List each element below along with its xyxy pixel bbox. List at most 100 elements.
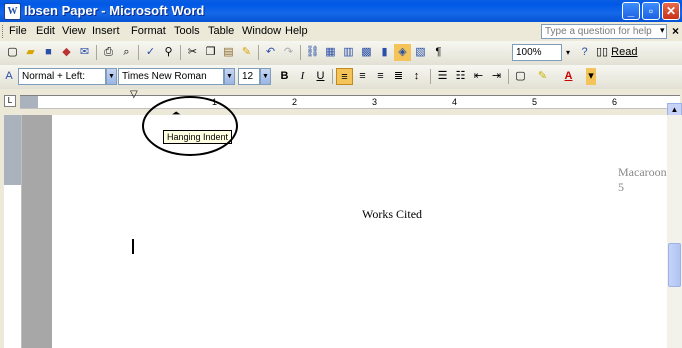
- window-title: Ibsen Paper - Microsoft Word: [24, 3, 205, 18]
- align-left-icon[interactable]: ≡: [336, 68, 353, 85]
- email-icon[interactable]: ✉: [76, 44, 93, 61]
- vertical-ruler-margin: [4, 115, 21, 185]
- help-search-box[interactable]: Type a question for help: [541, 24, 667, 39]
- title-bar[interactable]: W Ibsen Paper - Microsoft Word _ ▫ ✕: [0, 0, 682, 22]
- new-document-icon[interactable]: ▢: [4, 44, 21, 61]
- style-field[interactable]: Normal + Left:: [18, 68, 106, 85]
- hyperlink-icon[interactable]: ⛓: [304, 44, 321, 61]
- print-icon[interactable]: ⎙: [100, 44, 117, 61]
- align-center-icon[interactable]: ≡: [354, 68, 371, 85]
- read-icon: ▯▯: [596, 46, 612, 58]
- columns-icon[interactable]: ▮: [376, 44, 393, 61]
- close-button[interactable]: ✕: [662, 2, 680, 20]
- justify-icon[interactable]: ≣: [390, 68, 407, 85]
- read-label: Read: [611, 46, 638, 58]
- menu-bar: File Edit View Insert Format Tools Table…: [0, 22, 682, 41]
- zoom-field[interactable]: 100%: [512, 44, 562, 61]
- font-field[interactable]: Times New Roman: [118, 68, 224, 85]
- menu-window[interactable]: Window: [242, 25, 281, 37]
- ruler-number: 4: [452, 97, 458, 107]
- format-painter-icon[interactable]: ✎: [238, 44, 255, 61]
- copy-icon[interactable]: ❐: [202, 44, 219, 61]
- font-size-field[interactable]: 12: [238, 68, 260, 85]
- border-icon[interactable]: ▢: [512, 68, 529, 85]
- document-map-icon[interactable]: ▧: [412, 44, 429, 61]
- menu-help[interactable]: Help: [285, 25, 308, 37]
- toolbar-options-icon[interactable]: ▾: [586, 68, 596, 85]
- menu-tools[interactable]: Tools: [174, 25, 200, 37]
- toolbar-separator: [332, 69, 333, 84]
- line-spacing-icon[interactable]: ↕: [408, 68, 425, 85]
- font-dropdown-icon[interactable]: ▼: [224, 68, 235, 85]
- scrollbar-thumb[interactable]: [668, 243, 681, 287]
- horizontal-ruler[interactable]: 1 2 3 4 5 6: [20, 95, 680, 109]
- research-icon[interactable]: ⚲: [160, 44, 177, 61]
- toolbar-separator: [138, 45, 139, 60]
- undo-icon[interactable]: ↶: [262, 44, 279, 61]
- italic-button[interactable]: I: [294, 68, 311, 85]
- menu-insert[interactable]: Insert: [92, 25, 120, 37]
- vertical-ruler[interactable]: [4, 115, 22, 348]
- cut-icon[interactable]: ✂: [184, 44, 201, 61]
- minimize-button[interactable]: _: [622, 2, 640, 20]
- toolbar-separator: [300, 45, 301, 60]
- spelling-icon[interactable]: ✓: [142, 44, 159, 61]
- ruler-area: L 1 2 3 4 5 6: [0, 89, 682, 115]
- annotation-circle: [142, 96, 238, 156]
- show-hide-icon[interactable]: ¶: [430, 44, 447, 61]
- highlight-icon[interactable]: ✎: [534, 68, 551, 85]
- increase-indent-icon[interactable]: ⇥: [488, 68, 505, 85]
- ruler-number: 3: [372, 97, 378, 107]
- bullets-icon[interactable]: ☷: [452, 68, 469, 85]
- insert-table-icon[interactable]: ▥: [340, 44, 357, 61]
- paste-icon[interactable]: ▤: [220, 44, 237, 61]
- maximize-button[interactable]: ▫: [642, 2, 660, 20]
- vertical-scrollbar[interactable]: [667, 115, 682, 348]
- font-color-icon[interactable]: A: [560, 68, 577, 85]
- first-line-indent-marker[interactable]: ▽: [130, 89, 138, 100]
- toolbar-separator: [96, 45, 97, 60]
- tables-borders-icon[interactable]: ▦: [322, 44, 339, 61]
- read-button[interactable]: ▯▯ Read: [596, 44, 637, 61]
- menu-edit[interactable]: Edit: [36, 25, 55, 37]
- menu-table[interactable]: Table: [208, 25, 234, 37]
- decrease-indent-icon[interactable]: ⇤: [470, 68, 487, 85]
- word-app-icon[interactable]: W: [4, 3, 21, 20]
- style-dropdown-icon[interactable]: ▼: [106, 68, 117, 85]
- page-header: Macaroon 5: [618, 165, 667, 194]
- toolbar-separator: [258, 45, 259, 60]
- close-document-button[interactable]: ×: [672, 24, 679, 38]
- help-dropdown-icon[interactable]: ▾: [660, 25, 665, 36]
- menu-format[interactable]: Format: [131, 25, 166, 37]
- works-cited-heading: Works Cited: [362, 207, 423, 221]
- print-preview-icon[interactable]: ⌕: [118, 44, 135, 61]
- word-window: W Ibsen Paper - Microsoft Word _ ▫ ✕ Fil…: [0, 0, 682, 348]
- menu-view[interactable]: View: [62, 25, 86, 37]
- menu-file[interactable]: File: [9, 25, 27, 37]
- ruler-number: 2: [292, 97, 298, 107]
- styles-formatting-icon[interactable]: A: [2, 68, 16, 85]
- toolbar-separator: [180, 45, 181, 60]
- zoom-dropdown-icon[interactable]: ▾: [562, 44, 574, 61]
- ruler-number: 6: [612, 97, 618, 107]
- ruler-left-margin: [20, 96, 38, 108]
- numbering-icon[interactable]: ☰: [434, 68, 451, 85]
- redo-icon[interactable]: ↷: [280, 44, 297, 61]
- toolbar-separator: [430, 69, 431, 84]
- standard-toolbar: ▢ ▰ ■ ◆ ✉ ⎙ ⌕ ✓ ⚲ ✂ ❐ ▤ ✎ ↶ ↷ ⛓ ▦ ▥ ▩ ▮ …: [0, 41, 682, 66]
- open-icon[interactable]: ▰: [22, 44, 39, 61]
- drawing-icon[interactable]: ◈: [394, 44, 411, 61]
- ruler-number: 5: [532, 97, 538, 107]
- align-right-icon[interactable]: ≡: [372, 68, 389, 85]
- insert-excel-icon[interactable]: ▩: [358, 44, 375, 61]
- permission-icon[interactable]: ◆: [58, 44, 75, 61]
- tab-selector[interactable]: L: [4, 95, 16, 107]
- help-icon[interactable]: ?: [576, 44, 593, 61]
- document-page[interactable]: Macaroon 5 Works Cited: [52, 115, 667, 348]
- save-icon[interactable]: ■: [40, 44, 57, 61]
- bold-button[interactable]: B: [276, 68, 293, 85]
- menu-grip[interactable]: [2, 25, 6, 38]
- text-cursor: [132, 239, 134, 254]
- underline-button[interactable]: U: [312, 68, 329, 85]
- font-size-dropdown-icon[interactable]: ▼: [260, 68, 271, 85]
